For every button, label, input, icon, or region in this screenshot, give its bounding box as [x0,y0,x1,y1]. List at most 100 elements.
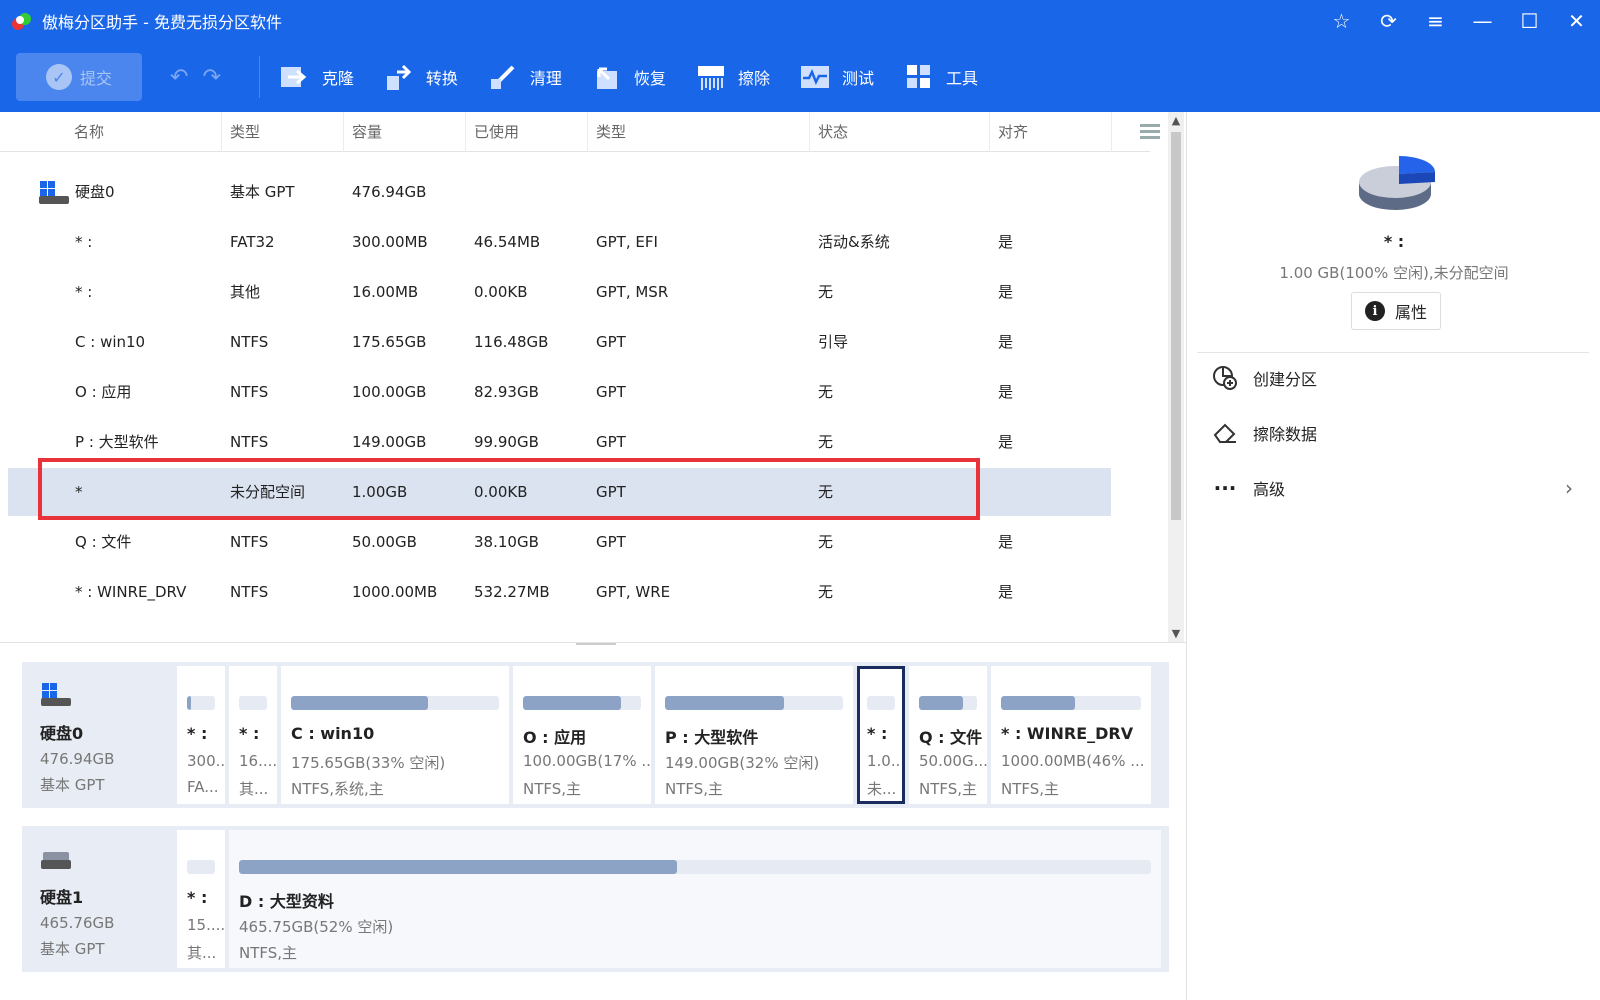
partition-fs: 未... [867,780,897,798]
partition-size: 1000.00MB(46% ... [1001,752,1145,770]
usage-bar [1001,696,1141,710]
partition-block[interactable]: * : 1.0... 未... [857,666,905,804]
disk-row[interactable]: 硬盘0 基本 GPT 476.94GB [0,168,1150,216]
partition-fs: NTFS,主 [523,780,582,798]
partition-block[interactable]: * : 15.... 其... [177,830,225,968]
partition-size: 149.00GB(32% 空闲) [665,754,820,772]
cell-status: 无 [818,583,834,601]
column-settings-icon[interactable] [1140,124,1160,140]
cell-capacity: 100.00GB [352,383,427,401]
table-row[interactable]: * : WINRE_DRV NTFS 1000.00MB 532.27MB GPT, W… [0,568,1150,616]
table-row[interactable]: * : FAT32 300.00MB 46.54MB GPT, EFI 活动&系统 是 [0,218,1150,266]
cell-used: 38.10GB [474,533,539,551]
wipe-data-action[interactable]: 擦除数据 [1211,413,1317,453]
cell-capacity: 476.94GB [352,183,427,201]
partition-block[interactable]: P : 大型软件 149.00GB(32% 空闲) NTFS,主 [655,666,853,804]
pie-chart-icon [1355,152,1435,220]
partition-block[interactable]: Q : 文件 50.00G... NTFS,主 [909,666,987,804]
scroll-down-icon[interactable]: ▼ [1168,627,1184,640]
table-row[interactable]: O : 应用 NTFS 100.00GB 82.93GB GPT 无 是 [0,368,1150,416]
close-button[interactable]: ✕ [1553,0,1600,42]
cell-ptype: GPT [596,383,626,401]
scroll-up-icon[interactable]: ▲ [1168,114,1184,127]
properties-label: 属性 [1394,303,1427,322]
col-used[interactable]: 已使用 [466,112,588,152]
panel-divider [1197,352,1589,353]
refresh-icon[interactable]: ⟳ [1365,0,1412,42]
cell-ptype: GPT, WRE [596,583,671,601]
maximize-button[interactable]: ☐ [1506,0,1553,42]
partition-table: 名称 类型 容量 已使用 类型 状态 对齐 硬盘0 基本 GPT 476.94GB *… [0,112,1170,642]
selected-partition-info: 1.00 GB(100% 空闲),未分配空间 [1279,264,1509,282]
info-panel: * : 1.00 GB(100% 空闲),未分配空间 i 属性 创建分区 擦除数… [1186,112,1600,1000]
partition-block[interactable]: * : 300... FA... [177,666,225,804]
table-row[interactable]: * : 其他 16.00MB 0.00KB GPT, MSR 无 是 [0,268,1150,316]
partition-name: C : win10 [291,724,375,743]
app-logo-icon [10,10,32,32]
partition-name: Q : 文件 [919,728,983,747]
redo-icon[interactable]: ↷ [202,65,220,90]
clone-label: 克隆 [321,69,354,88]
splitter-handle[interactable] [576,643,616,645]
cell-name: * : WINRE_DRV [75,583,187,601]
wipe-button[interactable]: 擦除 [696,62,770,92]
scroll-thumb[interactable] [1171,132,1181,520]
disk-size: 465.76GB [40,914,115,932]
partition-fs: 其... [239,780,269,798]
col-status[interactable]: 状态 [810,112,990,152]
wipe-label: 擦除 [737,69,770,88]
usage-bar [239,860,1151,874]
cleanup-button[interactable]: 清理 [488,62,562,92]
usage-bar [187,696,215,710]
clone-button[interactable]: 克隆 [280,62,354,92]
eraser-icon [1211,419,1239,447]
minimize-button[interactable]: — [1459,0,1506,42]
test-button[interactable]: 测试 [800,62,874,92]
partition-block[interactable]: * : 16.... 其... [229,666,277,804]
disk-map-header[interactable]: 硬盘0 476.94GB 基本 GPT [22,662,177,808]
partition-block[interactable]: D : 大型资料 465.75GB(52% 空闲) NTFS,主 [229,830,1161,968]
partition-block[interactable]: C : win10 175.65GB(33% 空闲) NTFS,系统,主 [281,666,509,804]
partition-name: P : 大型软件 [665,728,759,747]
properties-button[interactable]: i 属性 [1351,292,1441,330]
convert-button[interactable]: 转换 [384,62,458,92]
col-capacity[interactable]: 容量 [344,112,466,152]
cell-type: 基本 GPT [230,183,295,201]
col-fs-type[interactable]: 类型 [222,112,344,152]
cell-used: 116.48GB [474,333,549,351]
tools-button[interactable]: 工具 [904,62,978,92]
create-partition-action[interactable]: 创建分区 [1211,358,1317,398]
usage-bar [867,696,895,710]
col-name[interactable]: 名称 [66,112,222,152]
recover-button[interactable]: 恢复 [592,62,666,92]
disk-name: 硬盘0 [40,724,84,743]
usage-bar [523,696,641,710]
partition-name: * : [867,724,888,743]
more-dots-icon: ··· [1213,476,1237,500]
cell-capacity: 300.00MB [352,233,428,251]
selected-partition-title: * : [1383,232,1405,251]
partition-size: 15.... [187,916,225,934]
cell-ptype: GPT [596,533,626,551]
disk-map-header[interactable]: 硬盘1 465.76GB 基本 GPT [22,826,177,972]
partition-block[interactable]: O : 应用 100.00GB(17% ... NTFS,主 [513,666,651,804]
table-scrollbar[interactable]: ▲ ▼ [1168,112,1184,642]
partition-name: * : [187,888,208,907]
cell-capacity: 175.65GB [352,333,427,351]
info-icon: i [1364,301,1385,321]
star-icon[interactable]: ☆ [1318,0,1365,42]
table-row[interactable]: C : win10 NTFS 175.65GB 116.48GB GPT 引导 是 [0,318,1150,366]
col-align[interactable]: 对齐 [990,112,1112,152]
advanced-action[interactable]: ··· 高级 › [1211,468,1591,508]
col-part-type[interactable]: 类型 [588,112,810,152]
table-row[interactable]: Q : 文件 NTFS 50.00GB 38.10GB GPT 无 是 [0,518,1150,566]
menu-icon[interactable]: ≡ [1412,0,1459,42]
disk-map-row: 硬盘1 465.76GB 基本 GPT * : 15.... 其... D : 大型资料 46… [22,826,1169,972]
submit-button[interactable]: ✓ 提交 [16,53,142,101]
partition-size: 50.00G... [919,752,987,770]
disk-icon [40,846,177,876]
partition-size: 175.65GB(33% 空闲) [291,754,446,772]
partition-name: * : WINRE_DRV [1001,724,1134,743]
partition-block[interactable]: * : WINRE_DRV 1000.00MB(46% ... NTFS,主 [991,666,1151,804]
undo-icon[interactable]: ↶ [170,65,188,90]
